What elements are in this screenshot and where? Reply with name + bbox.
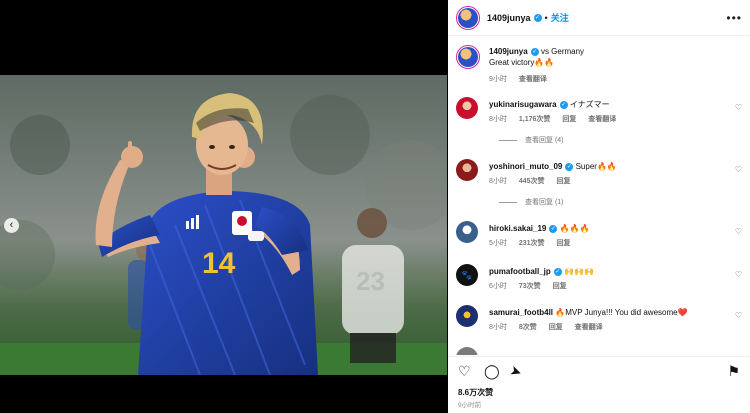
author-avatar[interactable] (456, 5, 480, 30)
comment-body: 🔥🔥🔥 (559, 224, 590, 233)
commenter-username[interactable]: pumafootball_jp (489, 267, 551, 276)
jersey-number: 14 (202, 247, 236, 280)
caption-username[interactable]: 1409junya (489, 47, 528, 56)
comment-text: samurai_footb4ll 🔥MVP Junya!!! You did a… (489, 307, 688, 318)
follow-button[interactable]: 关注 (551, 11, 569, 24)
commenter-avatar[interactable] (456, 97, 478, 119)
like-comment-heart-icon[interactable]: ♡ (735, 103, 742, 112)
translate-link[interactable]: 查看翻译 (588, 116, 616, 123)
reply-button[interactable]: 回复 (553, 283, 567, 290)
player-celebration-image: 23 14 (0, 75, 447, 375)
caption-translate-link[interactable]: 查看翻译 (519, 76, 547, 83)
verified-badge-icon: ✓ (533, 13, 542, 22)
verified-badge-icon: ✓ (553, 267, 562, 276)
like-comment-heart-icon[interactable]: ♡ (735, 311, 742, 320)
comment-likes[interactable]: 8次赞 (519, 324, 537, 331)
comment-time: 8小时 (489, 178, 507, 185)
comment-body: Super🔥🔥 (575, 162, 617, 171)
verified-badge-icon: ✓ (549, 224, 558, 233)
verified-badge-icon: ✓ (565, 162, 574, 171)
comment-time: 8小时 (489, 324, 507, 331)
commenter-username[interactable]: yukinarisugawara (489, 100, 557, 109)
caption-line2: Great victory🔥🔥 (489, 58, 555, 67)
share-send-icon[interactable]: ➤ (507, 362, 524, 382)
comment-icon[interactable]: ◯ (484, 363, 500, 380)
comment-text: hiroki.sakai_19 ✓ 🔥🔥🔥 (489, 223, 590, 234)
comment-body: 🔥MVP Junya!!! You did awesome❤️ (555, 308, 688, 317)
post-photo[interactable]: 23 14 (0, 75, 447, 375)
comment-likes[interactable]: 445次赞 (519, 178, 545, 185)
caption-meta: 9小时 查看翻译 (489, 74, 557, 84)
comment-time: 6小时 (489, 283, 507, 290)
comment-body: イナズマー (569, 100, 610, 109)
comment-text: pumafootball_jp ✓ 🙌🙌🙌 (489, 266, 594, 277)
post-actions: ♡ ◯ ➤ ⚑ 8.6万次赞 9小时前 (448, 356, 750, 413)
commenter-username[interactable]: yoshinori_muto_09 (489, 162, 562, 171)
view-replies-label[interactable]: 查看回复 (4) (525, 137, 564, 144)
commenter-avatar[interactable] (456, 347, 478, 355)
comment-likes[interactable]: 231次赞 (519, 240, 545, 247)
commenter-avatar[interactable] (456, 221, 478, 243)
like-comment-heart-icon[interactable]: ♡ (735, 165, 742, 174)
background-jersey-number: 23 (356, 266, 385, 296)
more-options-icon[interactable]: ••• (726, 11, 742, 25)
caption-line1: vs Germany (540, 47, 585, 56)
like-comment-heart-icon[interactable]: ♡ (735, 270, 742, 279)
reply-button[interactable]: 回复 (562, 116, 576, 123)
verified-badge-icon: ✓ (530, 47, 539, 56)
post-detail-panel: 1409junya ✓ • 关注 ••• 1409junya ✓ vs Germa… (448, 0, 750, 413)
caption-time: 9小时 (489, 76, 507, 83)
comment-meta: 8小时 1,176次赞 回复 查看翻译 (489, 114, 626, 124)
comment-meta: 8小时 8次赞 回复 查看翻译 (489, 322, 613, 332)
view-replies-label[interactable]: 查看回复 (1) (525, 199, 564, 206)
media-panel: 23 14 ‹ (0, 0, 447, 413)
reply-button[interactable]: 回复 (549, 324, 563, 331)
comment-time: 8小时 (489, 116, 507, 123)
like-heart-icon[interactable]: ♡ (458, 363, 471, 380)
comments-list: 1409junya ✓ vs Germany Great victory🔥🔥 9小… (448, 37, 750, 355)
comment-meta: 5小时 231次赞 回复 (489, 238, 581, 248)
commenter-avatar[interactable] (456, 305, 478, 327)
author-username[interactable]: 1409junya (487, 13, 531, 23)
commenter-username[interactable]: hiroki.sakai_19 (489, 224, 546, 233)
commenter-avatar[interactable] (456, 159, 478, 181)
reply-button[interactable]: 回复 (557, 178, 571, 185)
comment-likes[interactable]: 1,176次赞 (519, 116, 551, 123)
translate-link[interactable]: 查看翻译 (575, 324, 603, 331)
post-timestamp: 9小时前 (458, 402, 482, 409)
commenter-avatar[interactable]: 🐾 (456, 264, 478, 286)
separator-dot: • (544, 12, 548, 23)
comment-meta: 8小时 445次赞 回复 (489, 176, 581, 186)
post-header: 1409junya ✓ • 关注 ••• (448, 0, 750, 36)
like-comment-heart-icon[interactable]: ♡ (735, 227, 742, 236)
comment-meta: 6小时 73次赞 回复 (489, 281, 577, 291)
author-avatar-caption[interactable] (456, 45, 480, 69)
caption-text: 1409junya ✓ vs Germany Great victory🔥🔥 (489, 46, 584, 68)
comment-text: yukinarisugawara ✓ イナズマー (489, 99, 610, 110)
comment-text: yoshinori_muto_09 ✓ Super🔥🔥 (489, 161, 617, 172)
commenter-username[interactable]: samurai_footb4ll (489, 308, 553, 317)
verified-badge-icon: ✓ (559, 100, 568, 109)
previous-photo-button[interactable]: ‹ (4, 218, 19, 233)
reply-button[interactable]: 回复 (557, 240, 571, 247)
view-replies[interactable]: 查看回复 (4) (499, 135, 564, 145)
bookmark-icon[interactable]: ⚑ (727, 363, 740, 380)
like-count[interactable]: 8.6万次赞 (458, 387, 493, 398)
comment-body: 🙌🙌🙌 (564, 267, 594, 276)
comment-likes[interactable]: 73次赞 (519, 283, 541, 290)
comment-time: 5小时 (489, 240, 507, 247)
view-replies[interactable]: 查看回复 (1) (499, 197, 564, 207)
